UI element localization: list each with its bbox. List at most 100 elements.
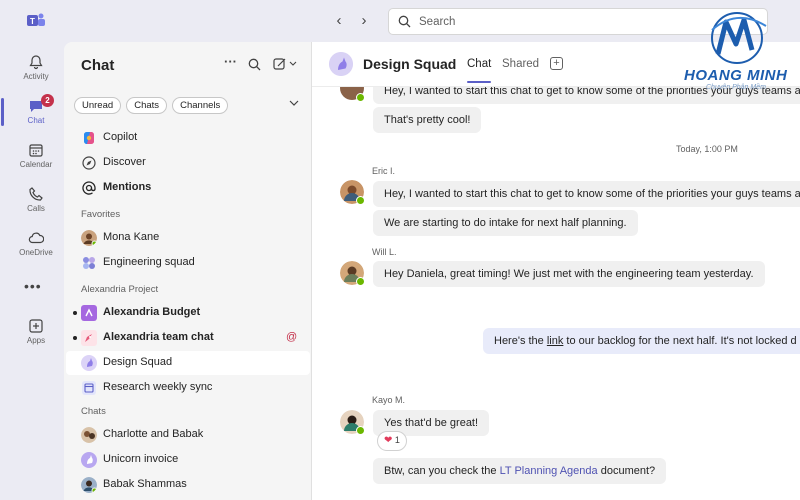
list-item-discover[interactable]: Discover <box>66 151 310 175</box>
group-icon <box>83 257 95 269</box>
list-item-copilot[interactable]: Copilot <box>66 126 310 150</box>
tab-shared[interactable]: Shared <box>502 58 539 70</box>
document-link[interactable]: LT Planning Agenda <box>500 465 598 477</box>
teams-logo-icon: T <box>27 13 45 26</box>
item-label: Engineering squad <box>103 256 195 268</box>
unread-dot <box>73 311 77 315</box>
message-bubble: Hey Daniela, great timing! We just met w… <box>373 261 765 287</box>
presence-indicator <box>356 277 365 286</box>
list-item-alexandria-budget[interactable]: Alexandria Budget <box>66 301 310 325</box>
list-item-unicorn-invoice[interactable]: Unicorn invoice <box>66 448 310 472</box>
sender-name: Kayo M. <box>372 395 406 405</box>
new-chat-icon[interactable] <box>273 57 297 71</box>
message-bubble: We are starting to do intake for next ha… <box>373 210 638 236</box>
title-bar: T ‹ › Search <box>0 0 800 42</box>
avatar <box>81 230 97 246</box>
item-label: Alexandria Budget <box>103 306 201 318</box>
presence-indicator <box>356 196 365 205</box>
rail-label: Calls <box>27 204 45 213</box>
filter-chats[interactable]: Chats <box>126 97 168 114</box>
rail-apps[interactable]: Apps <box>8 314 64 354</box>
filter-channels[interactable]: Channels <box>172 97 229 114</box>
message-text: to our backlog for the next half. It's n… <box>563 335 797 347</box>
message-bubble: Btw, can you check the LT Planning Agend… <box>373 458 667 484</box>
back-button[interactable]: ‹ <box>331 13 347 29</box>
more-options-icon[interactable]: ··· <box>224 54 237 69</box>
add-tab-icon[interactable]: + <box>550 57 563 70</box>
item-label: Babak Shammas <box>103 478 187 490</box>
copilot-icon <box>83 131 95 145</box>
filter-pills: Unread Chats Channels <box>74 97 230 114</box>
list-item-charlotte-and-babak[interactable]: Charlotte and Babak <box>66 423 310 447</box>
list-item-alexandria-team-chat[interactable]: Alexandria team chat @ <box>66 326 310 350</box>
item-label: Alexandria team chat <box>103 331 214 343</box>
group-avatar <box>329 52 353 76</box>
reaction-pill[interactable]: ❤ 1 <box>377 431 407 451</box>
heart-icon: ❤ <box>384 435 393 446</box>
search-icon[interactable] <box>248 58 261 71</box>
unicorn-icon <box>81 452 97 468</box>
unicorn-icon <box>81 355 97 371</box>
mention-badge: @ <box>286 331 298 343</box>
chat-list-pane: Chat ··· Unread Chats Channels Copilot D… <box>64 42 312 500</box>
item-label: Mona Kane <box>103 231 160 243</box>
item-label: Research weekly sync <box>103 381 213 393</box>
avatar <box>81 427 97 443</box>
section-alexandria-project: Alexandria Project <box>81 284 159 295</box>
item-label: Discover <box>103 156 146 168</box>
rail-onedrive[interactable]: OneDrive <box>8 226 64 266</box>
app-rail: Activity 2 Chat Calendar Calls OneDrive … <box>0 42 64 500</box>
svg-text:T: T <box>30 17 35 26</box>
rail-chat[interactable]: 2 Chat <box>1 94 64 134</box>
section-favorites: Favorites <box>81 209 121 220</box>
rail-label: OneDrive <box>19 248 53 257</box>
message-bubble: Hey, I wanted to start this chat to get … <box>373 181 800 207</box>
item-label: Copilot <box>103 131 138 143</box>
search-placeholder: Search <box>419 16 456 28</box>
message-text: Here's the <box>494 335 547 347</box>
chevron-down-icon[interactable] <box>289 99 299 107</box>
phone-icon <box>29 187 43 201</box>
chat-title: Design Squad <box>363 56 457 72</box>
item-label: Charlotte and Babak <box>103 428 204 440</box>
rail-label: Activity <box>23 72 49 81</box>
rail-label: Calendar <box>19 160 53 169</box>
watermark-name: HOANG MINH <box>684 67 788 84</box>
list-item-mentions[interactable]: Mentions <box>66 176 310 200</box>
watermark-tagline: Chuyên Phân Mềm <box>706 84 766 91</box>
rail-activity[interactable]: Activity <box>8 50 64 90</box>
rocket-icon <box>81 330 97 346</box>
bell-icon <box>29 55 43 70</box>
rail-calls[interactable]: Calls <box>8 182 64 222</box>
list-item-babak-shammas[interactable]: Babak Shammas <box>66 473 310 497</box>
message-text: document? <box>597 465 656 477</box>
calendar-icon <box>82 381 96 395</box>
backlog-link[interactable]: link <box>547 335 564 347</box>
my-message-bubble: Here's the link to our backlog for the n… <box>483 328 800 354</box>
sender-name: Will L. <box>372 247 397 257</box>
list-item-mona-kane[interactable]: Mona Kane <box>66 226 310 250</box>
forward-button[interactable]: › <box>356 13 372 29</box>
reaction-count: 1 <box>394 435 400 445</box>
item-label: Mentions <box>103 181 152 193</box>
presence-indicator <box>356 426 365 435</box>
more-apps-icon[interactable]: ••• <box>24 278 42 294</box>
rail-label: Chat <box>27 116 45 125</box>
unread-badge: 2 <box>41 94 54 107</box>
tab-chat[interactable]: Chat <box>467 58 492 83</box>
list-item-research-weekly-sync[interactable]: Research weekly sync <box>66 376 310 400</box>
discover-icon <box>82 156 96 170</box>
list-item-design-squad[interactable]: Design Squad <box>66 351 310 375</box>
filter-unread[interactable]: Unread <box>74 97 122 114</box>
rail-calendar[interactable]: Calendar <box>8 138 64 178</box>
message-bubble: That's pretty cool! <box>373 107 482 133</box>
avatar <box>81 477 97 493</box>
list-item-engineering-squad[interactable]: Engineering squad <box>66 251 310 275</box>
channel-icon <box>81 305 97 321</box>
pane-title: Chat <box>81 57 115 74</box>
chat-main: Hey, I wanted to start this chat to get … <box>312 42 800 500</box>
rail-label: Apps <box>26 336 46 345</box>
plus-box-icon <box>29 319 43 333</box>
cloud-icon <box>28 232 44 244</box>
timestamp: Today, 1:00 PM <box>676 144 738 154</box>
